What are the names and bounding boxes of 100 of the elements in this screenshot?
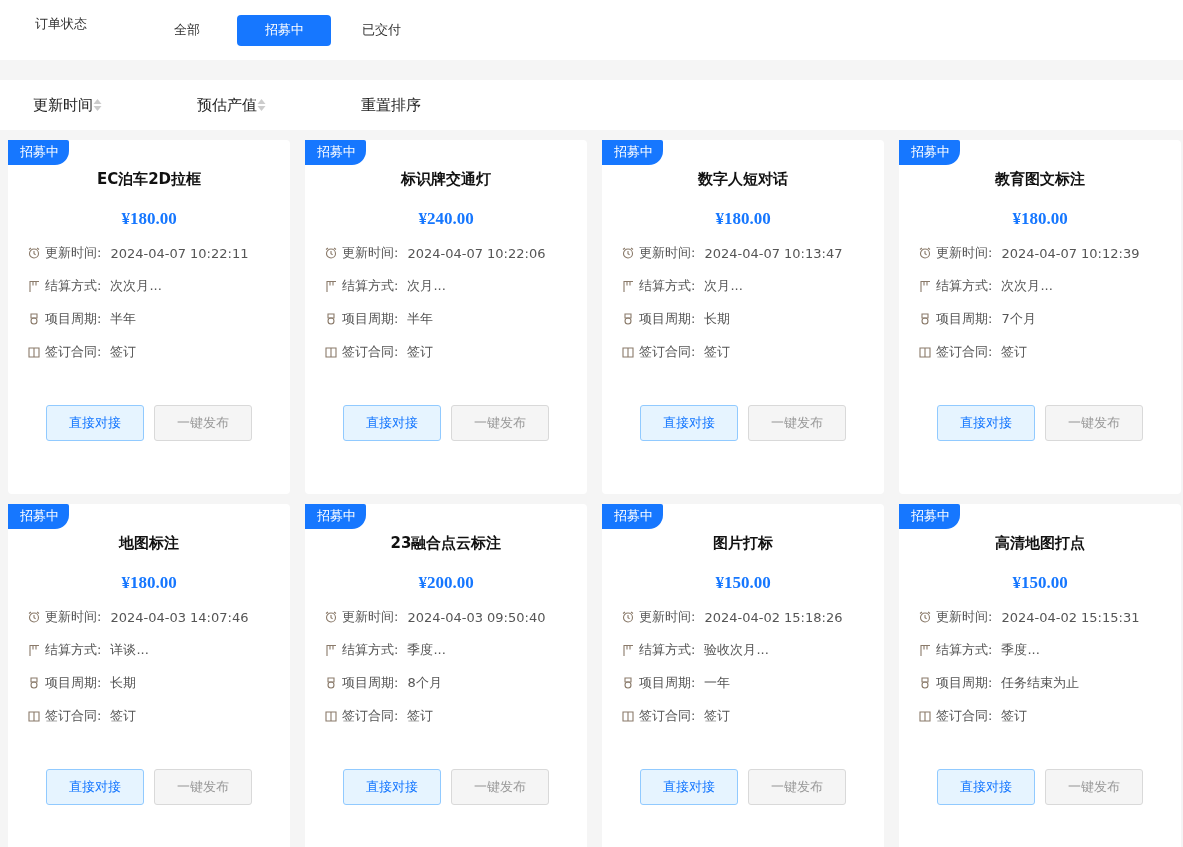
field-label: 更新时间: [639,244,696,262]
field-value: 签订 [407,343,434,361]
field-label: 签订合同: [342,707,399,725]
field-label: 更新时间: [342,608,399,626]
project-title: 地图标注 [119,534,179,553]
medal-icon [28,677,40,689]
field-label: 签订合同: [45,707,102,725]
medal-icon [325,313,337,325]
field-label: 签订合同: [936,707,993,725]
field-label: 项目周期: [342,310,399,328]
book-icon [622,710,634,722]
book-icon [28,346,40,358]
flag-icon [325,280,337,292]
field-value: 2024-04-07 10:12:39 [1001,245,1140,261]
project-title: 23融合点云标注 [390,534,502,553]
sort-icon [93,98,102,112]
flag-icon [28,280,40,292]
alarm-clock-icon [622,611,634,623]
field-label: 结算方式: [45,277,102,295]
connect-button[interactable]: 直接对接 [46,405,144,441]
project-title: 数字人短对话 [698,170,788,189]
alarm-clock-icon [919,611,931,623]
book-icon [919,710,931,722]
field-label: 签订合同: [45,343,102,361]
field-value: 签订 [110,707,137,725]
project-title: 教育图文标注 [995,170,1085,189]
field-label: 更新时间: [45,244,102,262]
sort-icon [257,98,266,112]
medal-icon [919,677,931,689]
field-label: 结算方式: [936,277,993,295]
alarm-clock-icon [28,247,40,259]
status-badge: 招募中 [305,140,366,165]
project-title: 图片打标 [713,534,773,553]
status-tab[interactable]: 招募中 [237,14,331,46]
connect-button[interactable]: 直接对接 [343,769,441,805]
field-value: 2024-04-03 09:50:40 [407,609,546,625]
field-value: 详谈... [110,641,149,659]
field-label: 项目周期: [45,674,102,692]
project-title: 高清地图打点 [995,534,1085,553]
field-value: 半年 [110,310,137,328]
status-badge: 招募中 [8,504,69,529]
price: ¥200.00 [418,573,474,593]
price: ¥180.00 [121,209,177,229]
connect-button[interactable]: 直接对接 [640,769,738,805]
alarm-clock-icon [28,611,40,623]
sort-option[interactable]: 重置排序 [361,95,525,115]
price: ¥240.00 [418,209,474,229]
flag-icon [919,644,931,656]
field-value: 2024-04-07 10:13:47 [704,245,843,261]
alarm-clock-icon [325,247,337,259]
field-value: 次次月... [1001,277,1053,295]
project-title: 标识牌交通灯 [401,170,491,189]
sort-option[interactable]: 更新时间 [33,95,197,115]
alarm-clock-icon [919,247,931,259]
field-value: 签订 [1001,707,1028,725]
status-tab[interactable]: 全部 [140,14,234,46]
status-badge: 招募中 [899,504,960,529]
status-tab[interactable]: 已交付 [334,14,428,46]
alarm-clock-icon [325,611,337,623]
field-label: 更新时间: [342,244,399,262]
field-value: 长期 [110,674,137,692]
field-value: 任务结束为止 [1001,674,1080,692]
field-value: 8个月 [407,674,442,692]
field-value: 2024-04-07 10:22:11 [110,245,249,261]
book-icon [325,710,337,722]
field-value: 季度... [1001,641,1040,659]
field-label: 项目周期: [342,674,399,692]
field-value: 验收次月... [704,641,769,659]
medal-icon [622,677,634,689]
field-label: 项目周期: [45,310,102,328]
connect-button[interactable]: 直接对接 [937,769,1035,805]
field-label: 结算方式: [342,641,399,659]
price: ¥150.00 [1012,573,1068,593]
flag-icon [28,644,40,656]
status-badge: 招募中 [8,140,69,165]
field-label: 结算方式: [639,277,696,295]
field-label: 签订合同: [639,707,696,725]
flag-icon [622,644,634,656]
field-label: 签订合同: [936,343,993,361]
connect-button[interactable]: 直接对接 [46,769,144,805]
connect-button[interactable]: 直接对接 [937,405,1035,441]
field-value: 季度... [407,641,446,659]
field-value: 长期 [704,310,731,328]
price: ¥180.00 [715,209,771,229]
flag-icon [325,644,337,656]
field-value: 次月... [704,277,743,295]
field-label: 项目周期: [639,674,696,692]
field-label: 更新时间: [936,608,993,626]
field-value: 签订 [704,343,731,361]
sort-option[interactable]: 预估产值 [197,95,361,115]
connect-button[interactable]: 直接对接 [343,405,441,441]
book-icon [919,346,931,358]
field-value: 签订 [407,707,434,725]
connect-button[interactable]: 直接对接 [640,405,738,441]
field-value: 签订 [704,707,731,725]
field-value: 7个月 [1001,310,1036,328]
flag-icon [622,280,634,292]
field-value: 2024-04-03 14:07:46 [110,609,249,625]
field-value: 次次月... [110,277,162,295]
filter-label: 订单状态 [35,15,88,33]
